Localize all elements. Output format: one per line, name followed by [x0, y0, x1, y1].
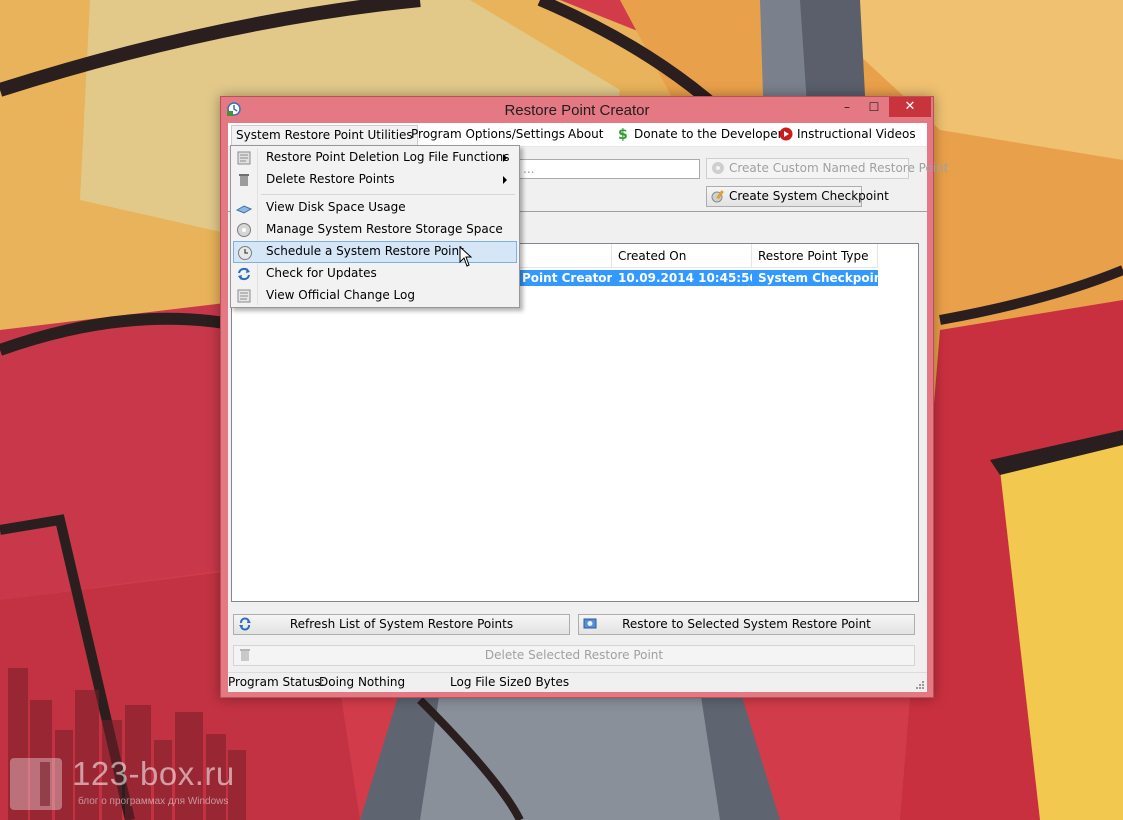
trash-icon [239, 174, 249, 186]
delete-selected-button[interactable]: Delete Selected Restore Point [233, 645, 915, 666]
system-restore-utilities-dropdown: Restore Point Deletion Log File Function… [230, 145, 520, 308]
restore-point-name-input[interactable]: ... [518, 159, 700, 179]
menu-item-label: View Disk Space Usage [266, 200, 406, 214]
update-icon [238, 267, 250, 281]
refresh-list-button[interactable]: Refresh List of System Restore Points [233, 614, 570, 635]
row-created-on: 10.09.2014 10:45:50 [618, 271, 752, 285]
menu-instructional-videos[interactable]: Instructional Videos [775, 125, 920, 145]
button-label: Create Custom Named Restore Point [729, 161, 949, 175]
storage-icon [237, 223, 251, 237]
menu-label: About [568, 127, 604, 141]
menu-item-view-disk-space[interactable]: View Disk Space Usage [233, 197, 517, 219]
changelog-icon [237, 289, 251, 303]
submenu-arrow-icon [503, 176, 507, 184]
create-system-checkpoint-button[interactable]: Create System Checkpoint [706, 186, 889, 207]
button-label: Refresh List of System Restore Points [289, 617, 514, 631]
maximize-button[interactable]: ☐ [861, 97, 887, 117]
minimize-button[interactable]: – [833, 97, 861, 117]
watermark-skyline-logo [8, 668, 246, 820]
menu-item-view-change-log[interactable]: View Official Change Log [233, 285, 517, 307]
row-description: Point Creator [522, 271, 612, 285]
close-button[interactable]: ✕ [889, 97, 931, 117]
resize-grip-icon[interactable] [915, 680, 925, 690]
menu-about[interactable]: About [564, 125, 607, 145]
restore-icon [583, 618, 597, 629]
menu-item-label: Schedule a System Restore Point [266, 244, 464, 258]
menu-item-label: View Official Change Log [266, 288, 415, 302]
menu-separator [261, 194, 515, 195]
refresh-icon [239, 617, 251, 631]
dollar-icon: $ [618, 127, 628, 141]
menu-label: System Restore Point Utilities [236, 128, 413, 142]
menu-item-manage-storage-space[interactable]: Manage System Restore Storage Space [233, 219, 517, 241]
menu-system-restore-point-utilities[interactable]: System Restore Point Utilities [231, 125, 418, 145]
watermark-brand: 123-box.ru [72, 755, 235, 792]
menu-donate[interactable]: $ Donate to the Developer [612, 125, 787, 145]
svg-text:$: $ [618, 127, 628, 141]
window-title: Restore Point Creator [504, 102, 650, 119]
status-bar: Program Status: Doing Nothing Log File S… [228, 672, 927, 692]
row-type: System Checkpoint [758, 271, 878, 285]
menu-program-options[interactable]: Program Options/Settings [407, 125, 569, 145]
menu-label: Instructional Videos [797, 127, 916, 141]
title-bar[interactable]: Restore Point Creator – ☐ ✕ [221, 97, 933, 123]
disk-icon [712, 162, 724, 174]
menu-item-label: Manage System Restore Storage Space [266, 222, 503, 236]
play-icon [779, 127, 793, 141]
program-status-label: Program Status: [228, 675, 325, 689]
trash-icon [240, 649, 250, 661]
log-size-value: 0 Bytes [524, 675, 570, 689]
button-label: Delete Selected Restore Point [484, 648, 664, 662]
watermark-tagline: блог о программах для Windows [78, 796, 229, 807]
disk-pen-icon [711, 190, 724, 203]
menu-label: Donate to the Developer [634, 127, 783, 141]
create-custom-restore-point-button[interactable]: Create Custom Named Restore Point [706, 158, 948, 179]
menu-item-label: Check for Updates [266, 266, 377, 280]
log-size-label: Log File Size: [450, 675, 528, 689]
mouse-cursor-icon [459, 246, 473, 267]
log-icon [237, 151, 251, 165]
restore-selected-button[interactable]: Restore to Selected System Restore Point [578, 614, 915, 635]
submenu-arrow-icon [503, 154, 507, 162]
disk-icon [236, 205, 252, 214]
column-header-created-on[interactable]: Created On [612, 244, 752, 268]
menu-item-delete-restore-points[interactable]: Delete Restore Points [233, 169, 517, 191]
menu-label: Program Options/Settings [411, 127, 566, 141]
menu-item-deletion-log-functions[interactable]: Restore Point Deletion Log File Function… [233, 147, 517, 169]
menu-bar: System Restore Point Utilities Program O… [228, 123, 927, 147]
menu-item-label: Delete Restore Points [266, 172, 395, 186]
button-label: Create System Checkpoint [729, 189, 889, 203]
menu-item-schedule-restore-point[interactable]: Schedule a System Restore Point [233, 241, 517, 263]
column-header-type[interactable]: Restore Point Type [752, 244, 878, 268]
schedule-icon [238, 246, 252, 260]
button-label: Restore to Selected System Restore Point [622, 617, 871, 631]
menu-item-check-for-updates[interactable]: Check for Updates [233, 263, 517, 285]
menu-item-label: Restore Point Deletion Log File Function… [266, 150, 510, 164]
program-status-value: Doing Nothing [319, 675, 406, 689]
